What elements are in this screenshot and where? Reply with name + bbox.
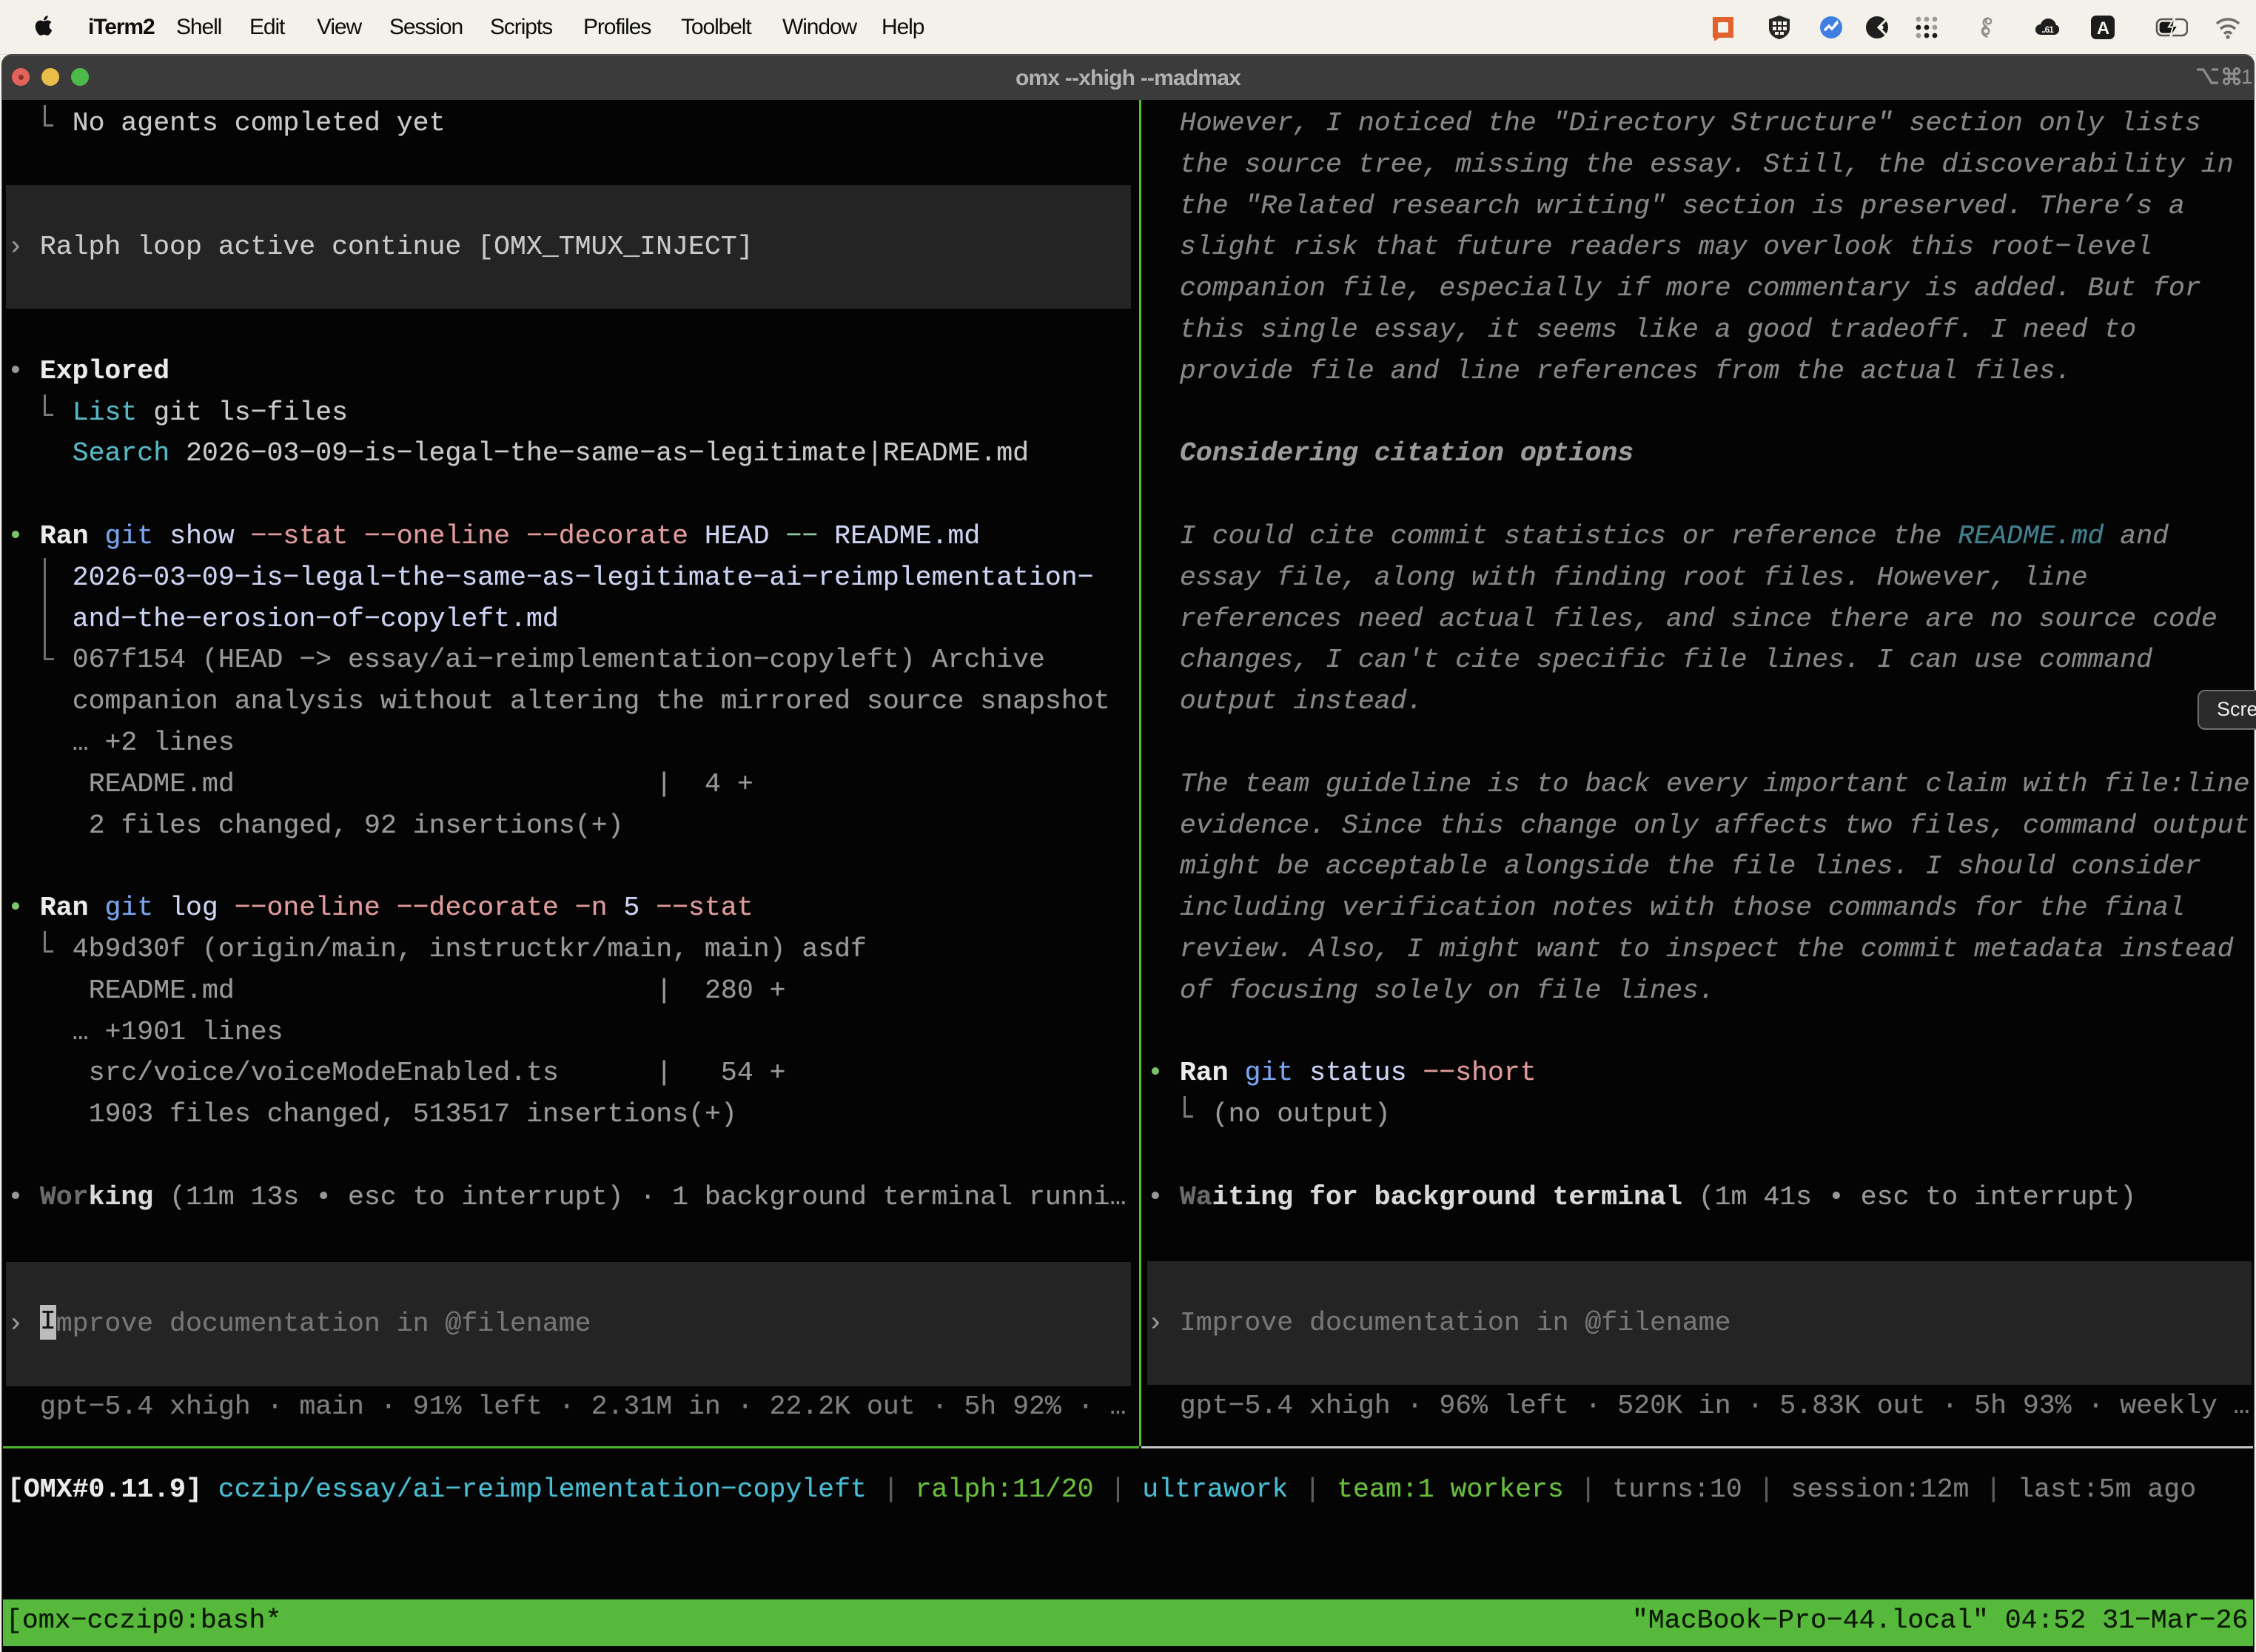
svg-text:A: A	[2097, 19, 2109, 38]
svg-text:1: 1	[2241, 65, 2253, 88]
svg-text:..61: ..61	[2041, 24, 2054, 35]
